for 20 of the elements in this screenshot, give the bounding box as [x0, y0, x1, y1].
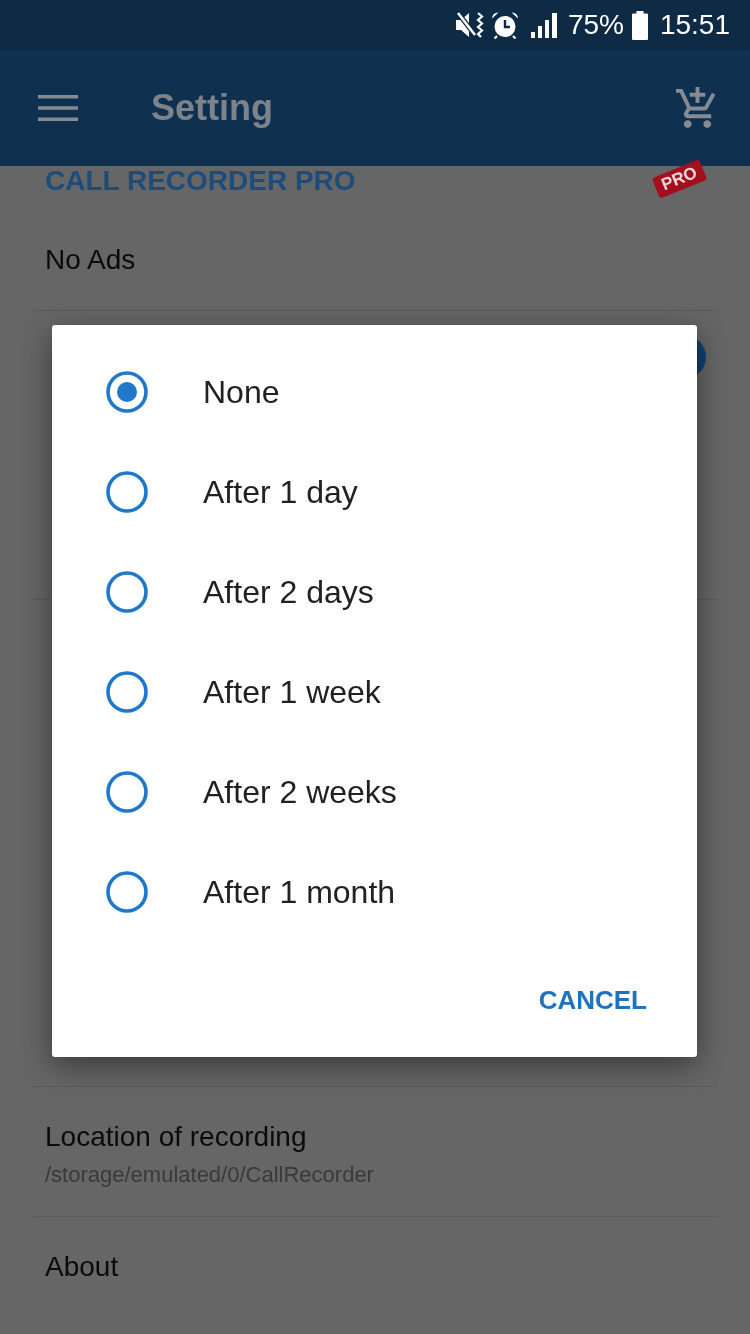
battery-icon	[631, 10, 648, 40]
mute-vibrate-icon	[454, 10, 485, 40]
setting-title: About	[45, 1250, 119, 1284]
cancel-button[interactable]: CANCEL	[526, 971, 659, 1029]
radio-option[interactable]: After 2 weeks	[52, 742, 697, 842]
radio-option[interactable]: After 2 days	[52, 542, 697, 642]
setting-title: No Ads	[45, 243, 136, 277]
clock-time: 15:51	[659, 9, 730, 41]
radio-option[interactable]: After 1 day	[52, 442, 697, 542]
setting-title: Location of recording	[45, 1120, 307, 1154]
battery-percentage: 75%	[567, 9, 624, 41]
add-to-cart-icon[interactable]	[676, 87, 718, 129]
alarm-clock-icon	[490, 11, 519, 39]
menu-icon[interactable]	[38, 95, 78, 121]
section-header: CALL RECORDER PRO	[45, 166, 356, 196]
radio-option[interactable]: After 1 week	[52, 642, 697, 742]
screen-title: Setting	[151, 88, 273, 128]
signal-icon	[530, 12, 558, 38]
radio-option[interactable]: None	[52, 342, 697, 442]
radio-option[interactable]: After 1 month	[52, 842, 697, 942]
